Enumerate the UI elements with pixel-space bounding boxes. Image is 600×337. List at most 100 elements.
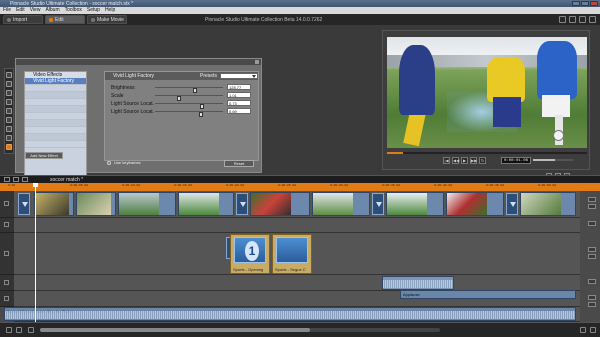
menu-edit[interactable]: Edit [16, 7, 25, 14]
applause-clip[interactable]: Applause [400, 290, 576, 299]
zoom-out-icon[interactable] [6, 327, 12, 333]
transition-clip[interactable] [18, 193, 30, 215]
title-clip[interactable]: Sports - Segue C [272, 234, 312, 274]
video-effects-icon[interactable] [6, 144, 12, 150]
help-icon[interactable] [579, 16, 586, 23]
video-clip[interactable] [386, 192, 444, 216]
video-clip[interactable] [34, 192, 74, 216]
trash-icon[interactable] [589, 16, 596, 23]
presets-dropdown[interactable] [220, 73, 258, 79]
menu-tool-icon[interactable] [6, 126, 12, 132]
transition-clip[interactable] [506, 193, 518, 215]
frame-grab-icon[interactable] [6, 99, 12, 105]
scale-value[interactable]: 1.01 [227, 92, 251, 98]
mute-video-icon[interactable] [588, 197, 596, 202]
camera-icon[interactable] [4, 201, 9, 206]
tab-edit[interactable]: Edit [45, 15, 85, 24]
go-to-start-icon[interactable]: |◀ [443, 157, 450, 164]
transition-clip[interactable] [236, 193, 248, 215]
menu-view[interactable]: View [30, 7, 41, 14]
menu-album[interactable]: Album [45, 7, 59, 14]
mute-title-icon[interactable] [588, 247, 596, 252]
undo-icon[interactable] [559, 16, 566, 23]
redo-icon[interactable] [569, 16, 576, 23]
close-window-button[interactable] [590, 1, 598, 6]
rewind-icon[interactable]: ◀◀ [452, 157, 459, 164]
mute-sfx-icon[interactable] [588, 279, 596, 284]
title-tool-icon[interactable] [6, 90, 12, 96]
title-track-icon[interactable] [4, 251, 9, 256]
light-source-x-slider[interactable] [155, 103, 223, 109]
effect-item-empty[interactable] [25, 141, 86, 148]
lock-icon[interactable] [588, 254, 596, 259]
brightness-value[interactable]: 128.77 [227, 84, 251, 90]
light-source-x-value[interactable]: 0.73 [227, 100, 251, 106]
video-clip[interactable] [118, 192, 176, 216]
scene-icon[interactable] [6, 108, 12, 114]
effect-item-empty[interactable] [25, 113, 86, 120]
speaker-icon[interactable] [4, 222, 9, 227]
effect-item-empty[interactable] [25, 85, 86, 92]
scale-slider[interactable] [155, 95, 223, 101]
timeline-scrollbar[interactable] [40, 328, 440, 332]
menu-toolbox[interactable]: Toolbox [65, 7, 82, 14]
clip-properties-icon[interactable] [6, 81, 12, 87]
fast-forward-icon[interactable]: ▶▶ [470, 157, 477, 164]
effect-item-empty[interactable] [25, 92, 86, 99]
mute-music-icon[interactable] [588, 295, 596, 300]
scrubber[interactable] [387, 152, 587, 154]
settings-icon[interactable] [28, 327, 34, 333]
tab-import[interactable]: Import [3, 15, 43, 24]
timeline-ruler[interactable]: 0:00 0:00:05.00 0:00:10.00 0:00:15.00 0:… [0, 183, 600, 191]
video-toolbox-icon[interactable] [6, 72, 12, 78]
effect-item-empty[interactable] [25, 134, 86, 141]
effect-item-empty[interactable] [25, 99, 86, 106]
audio-clip[interactable] [382, 276, 454, 290]
effect-item-vivid-light[interactable]: Vivid Light Factory [25, 78, 86, 85]
scrollbar-thumb[interactable] [40, 328, 310, 332]
video-clip[interactable] [76, 192, 116, 216]
storyboard-view-icon[interactable] [4, 177, 10, 182]
video-clip[interactable] [446, 192, 504, 216]
video-clip[interactable] [178, 192, 234, 216]
maximize-button[interactable] [581, 1, 589, 6]
expand-icon[interactable] [590, 327, 596, 333]
zoom-in-icon[interactable] [16, 327, 22, 333]
menu-file[interactable]: File [3, 7, 11, 14]
playhead[interactable] [35, 183, 36, 333]
menu-help[interactable]: Help [105, 7, 115, 14]
reset-button[interactable]: Reset [224, 160, 254, 167]
video-clip[interactable] [520, 192, 576, 216]
volume-slider[interactable] [533, 159, 573, 161]
minimize-button[interactable] [572, 1, 580, 6]
sound-effect-icon[interactable] [4, 280, 9, 285]
music-icon[interactable] [4, 296, 9, 301]
slider-knob[interactable] [199, 112, 203, 117]
close-icon[interactable] [255, 60, 259, 64]
menu-setup[interactable]: Setup [87, 7, 100, 14]
timecode-display[interactable]: 0:00:01.06 [501, 157, 531, 164]
light-source-y-slider[interactable] [155, 111, 223, 117]
use-keyframes-checkbox[interactable] [107, 161, 111, 165]
tab-make-movie[interactable]: Make Movie [87, 15, 127, 24]
brightness-slider[interactable] [155, 87, 223, 93]
lock-icon[interactable] [588, 204, 596, 209]
effect-item-empty[interactable] [25, 127, 86, 134]
mute-audio-icon[interactable] [588, 221, 596, 226]
image-tool-icon[interactable] [6, 135, 12, 141]
effect-item-empty[interactable] [25, 106, 86, 113]
music-clip[interactable]: Speed (4) (opt) Catch Stop the Train) [4, 307, 576, 321]
light-source-y-value[interactable]: 0.69 [227, 108, 251, 114]
effect-item-empty[interactable] [25, 120, 86, 127]
transition-clip[interactable] [372, 193, 384, 215]
play-icon[interactable]: ▶ [461, 157, 468, 164]
scroll-right-icon[interactable] [580, 327, 586, 333]
timeline-view-icon[interactable] [13, 177, 19, 182]
add-new-effect-button[interactable]: Add New Effect [25, 152, 63, 159]
video-preview[interactable] [387, 37, 587, 148]
loop-icon[interactable]: ↻ [479, 157, 486, 164]
video-clip[interactable] [312, 192, 370, 216]
title-clip[interactable]: 1 Sports - Opening [230, 234, 270, 274]
video-clip[interactable] [250, 192, 310, 216]
motion-icon[interactable] [6, 117, 12, 123]
